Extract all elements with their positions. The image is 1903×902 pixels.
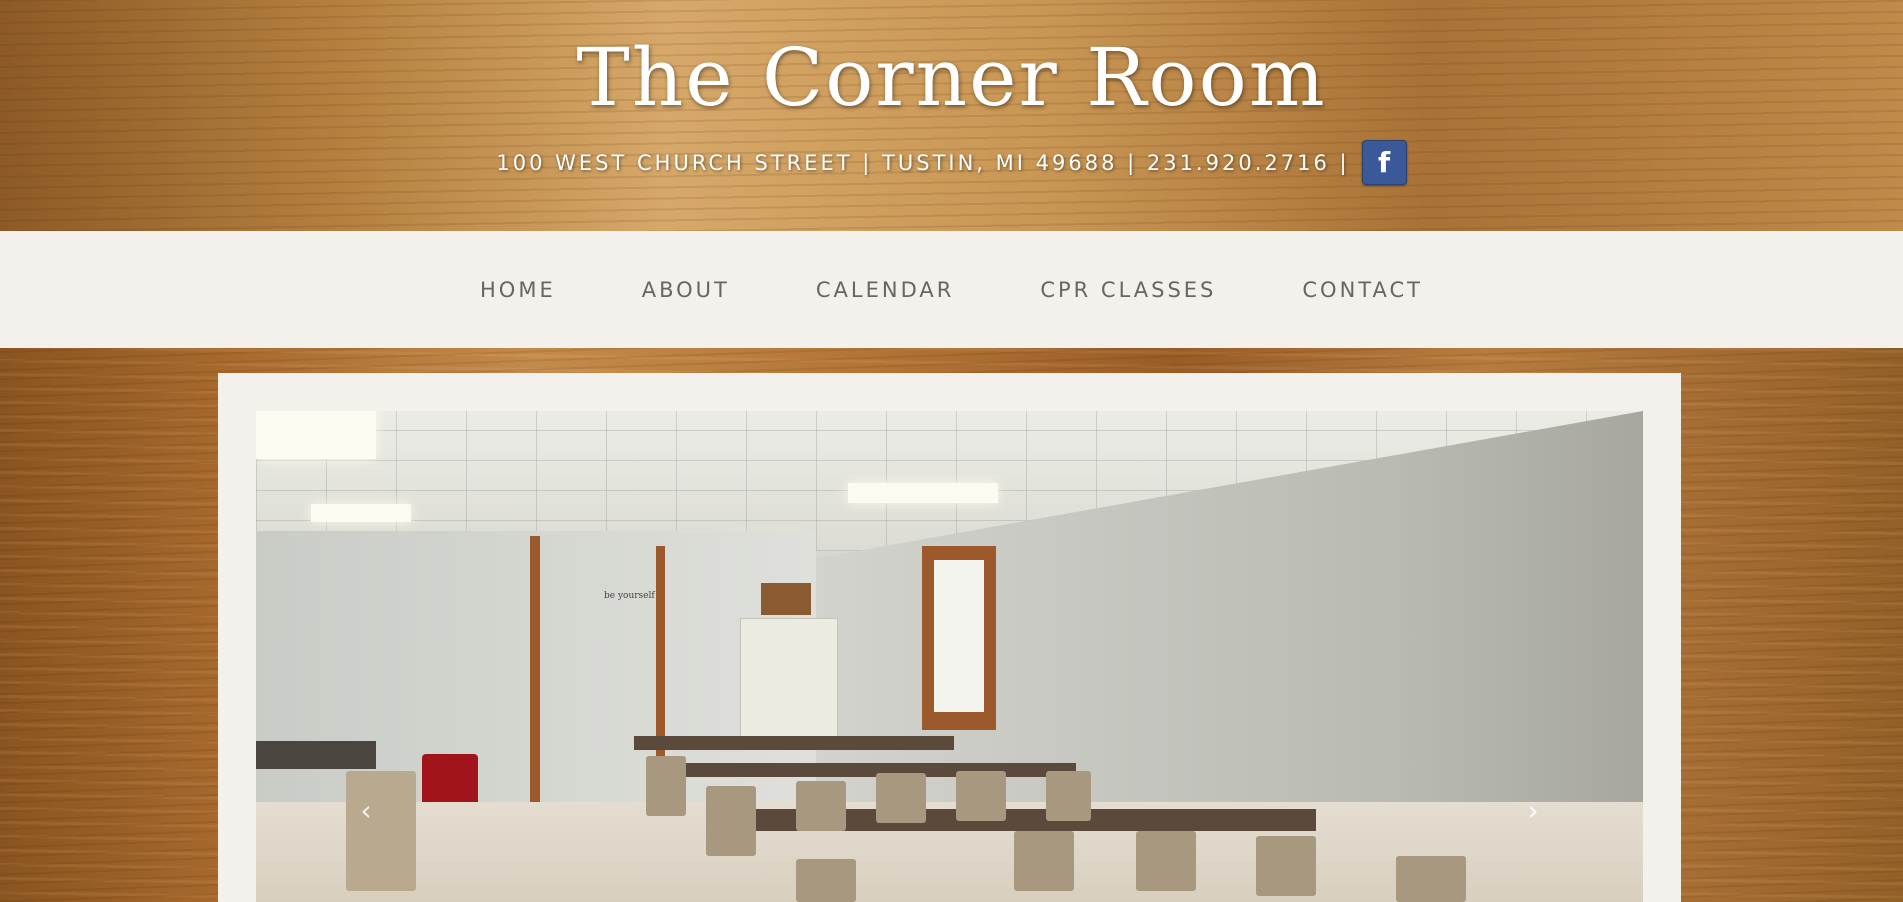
site-header: The Corner Room 100 WEST CHURCH STREET |… bbox=[0, 0, 1903, 231]
folding-chair bbox=[796, 859, 856, 902]
nav-item-cpr-classes[interactable]: CPR CLASSES bbox=[1040, 278, 1216, 302]
contact-line: 100 WEST CHURCH STREET | TUSTIN, MI 4968… bbox=[0, 140, 1903, 185]
folding-chair bbox=[956, 771, 1006, 821]
folding-chair bbox=[706, 786, 756, 856]
facebook-icon[interactable]: f bbox=[1361, 140, 1407, 185]
wood-post bbox=[530, 536, 540, 836]
nav-item-contact[interactable]: CONTACT bbox=[1302, 278, 1423, 302]
refrigerator bbox=[740, 618, 838, 740]
ceiling-light bbox=[311, 504, 411, 522]
slider-next-button[interactable]: › bbox=[1518, 791, 1548, 831]
ceiling-light bbox=[256, 411, 376, 459]
room-photo: be yourself ‹ › bbox=[256, 411, 1643, 902]
main-nav: HOME ABOUT CALENDAR CPR CLASSES CONTACT bbox=[0, 231, 1903, 348]
folding-chair bbox=[646, 756, 686, 816]
folding-chair bbox=[1256, 836, 1316, 896]
folding-chair bbox=[1014, 831, 1074, 891]
nav-item-about[interactable]: ABOUT bbox=[642, 278, 730, 302]
folding-chair bbox=[1046, 771, 1091, 821]
folding-chair bbox=[346, 771, 416, 891]
site-title[interactable]: The Corner Room bbox=[0, 28, 1903, 128]
ceiling-light bbox=[848, 483, 998, 503]
slider-prev-button[interactable]: ‹ bbox=[351, 791, 381, 831]
cardboard-box bbox=[761, 583, 811, 615]
folding-chair bbox=[1396, 856, 1466, 902]
folding-chair bbox=[796, 781, 846, 831]
wall-decal: be yourself bbox=[604, 591, 655, 601]
slideshow-frame: be yourself ‹ › bbox=[218, 373, 1681, 902]
table bbox=[256, 741, 376, 769]
table bbox=[634, 736, 954, 750]
address-text: 100 WEST CHURCH STREET | TUSTIN, MI 4968… bbox=[496, 150, 1350, 175]
folding-chair bbox=[876, 773, 926, 823]
window-glass bbox=[934, 560, 984, 712]
nav-item-calendar[interactable]: CALENDAR bbox=[816, 278, 954, 302]
folding-chair bbox=[1136, 831, 1196, 891]
nav-item-home[interactable]: HOME bbox=[480, 278, 556, 302]
